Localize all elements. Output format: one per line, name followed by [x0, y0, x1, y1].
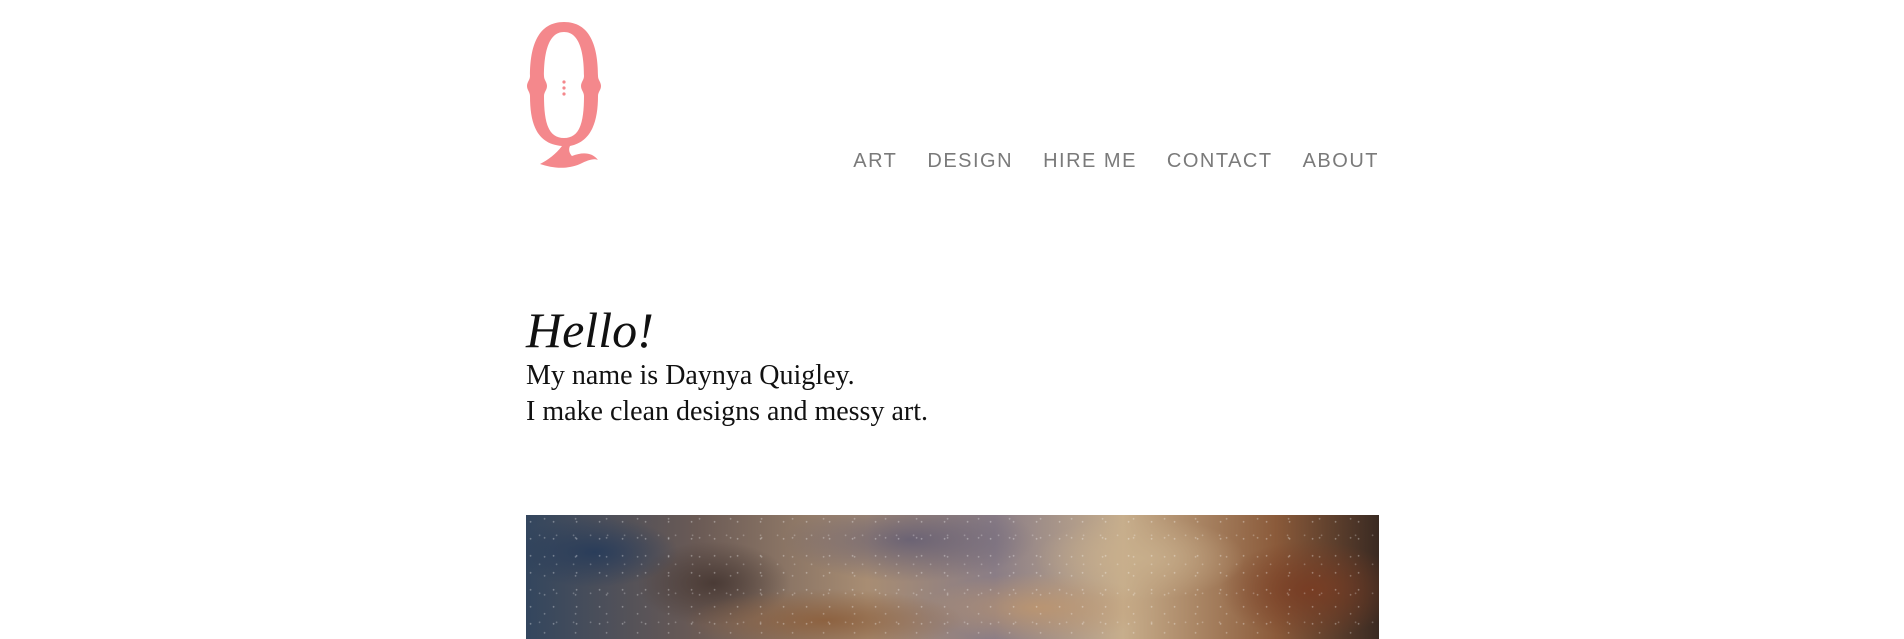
main-nav: ART DESIGN HIRE ME CONTACT ABOUT [853, 150, 1379, 173]
intro-name-line: My name is Daynya Quigley. [526, 360, 855, 391]
intro-section: Hello! My name is Daynya Quigley. I make… [526, 302, 928, 430]
q-logo-icon [527, 22, 601, 168]
nav-item-design[interactable]: DESIGN [927, 150, 1013, 173]
nav-item-hire-me[interactable]: HIRE ME [1043, 150, 1137, 173]
nav-item-art[interactable]: ART [853, 150, 897, 173]
nav-item-contact[interactable]: CONTACT [1167, 150, 1273, 173]
abstract-painting-image [526, 515, 1379, 639]
nav-item-about[interactable]: ABOUT [1303, 150, 1379, 173]
q-monogram-logo[interactable] [526, 18, 602, 172]
page-container: ART DESIGN HIRE ME CONTACT ABOUT Hello! … [526, 0, 1379, 639]
intro-tagline: I make clean designs and messy art. [526, 396, 928, 427]
greeting-heading: Hello! [526, 302, 654, 358]
